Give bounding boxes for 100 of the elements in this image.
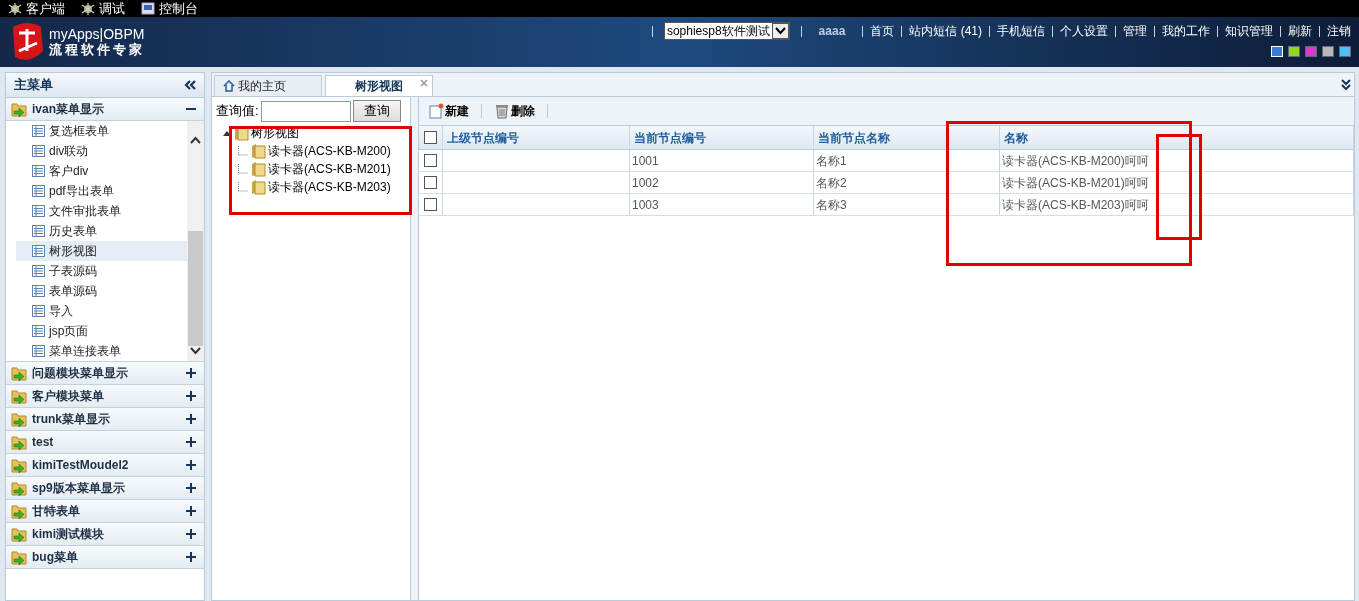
bug-icon (8, 1, 22, 16)
expand-icon[interactable] (186, 460, 196, 470)
top-menu-item[interactable]: 客户端 (26, 0, 65, 19)
brand-name: myApps|OBPM (49, 27, 145, 42)
expand-icon[interactable] (186, 368, 196, 378)
column-header[interactable]: 名称 (1004, 128, 1028, 147)
tab[interactable]: 树形视图 (325, 75, 433, 96)
theme-swatch[interactable] (1339, 46, 1351, 57)
expand-icon[interactable] (186, 552, 196, 562)
expand-icon[interactable] (186, 414, 196, 424)
table-cell-text: 1003 (632, 196, 659, 214)
scroll-thumb[interactable] (188, 231, 203, 346)
menu-group-header[interactable]: kimi测试模块 (6, 523, 204, 546)
expand-icon[interactable] (1341, 79, 1351, 91)
table-cell-text: 读卡器(ACS-KB-M200)呵呵 (1002, 152, 1149, 170)
menu-item[interactable]: 树形视图 (16, 241, 187, 261)
menu-item[interactable]: 历史表单 (16, 221, 187, 241)
menu-group-header[interactable]: kimiTestMoudel2 (6, 454, 204, 477)
table-cell-text: 读卡器(ACS-KB-M201)呵呵 (1002, 174, 1149, 192)
folder-icon (11, 456, 27, 474)
header-link[interactable]: 管理 (1123, 22, 1147, 40)
folder-icon (251, 161, 266, 177)
expand-icon[interactable] (186, 483, 196, 493)
tab[interactable]: 我的主页 (214, 75, 322, 96)
menu-group-header[interactable]: test (6, 431, 204, 454)
form-icon (32, 245, 45, 257)
column-header[interactable]: 当前节点编号 (634, 128, 706, 147)
menu-item[interactable]: 客户div (16, 161, 187, 181)
table-cell-text: 1002 (632, 174, 659, 192)
scrollbar[interactable] (187, 121, 204, 361)
folder-icon (11, 525, 27, 543)
menu-item[interactable]: pdf导出表单 (16, 181, 187, 201)
tree-node[interactable]: 读卡器(ACS-KB-M200) (268, 142, 391, 160)
header-link[interactable]: 个人设置 (1060, 22, 1108, 40)
tree-node[interactable]: 读卡器(ACS-KB-M201) (268, 160, 391, 178)
menu-group-header[interactable]: bug菜单 (6, 546, 204, 569)
menu-group-header[interactable]: 甘特表单 (6, 500, 204, 523)
folder-icon (11, 410, 27, 428)
expand-icon[interactable] (186, 506, 196, 516)
table-cell-text: 名称1 (816, 152, 847, 170)
app-select[interactable]: sophiesp8软件测试 (663, 22, 790, 40)
close-icon[interactable] (420, 79, 428, 87)
menu-group-header[interactable]: ivan菜单显示 (6, 98, 204, 121)
top-menu-item[interactable]: 调试 (99, 0, 125, 19)
tree-line-icon (238, 164, 249, 174)
menu-item[interactable]: 文件审批表单 (16, 201, 187, 221)
expand-icon[interactable] (186, 529, 196, 539)
tree-node[interactable]: 读卡器(ACS-KB-M203) (268, 178, 391, 196)
tree-line-icon (238, 146, 249, 156)
form-icon (32, 265, 45, 277)
menu-item[interactable]: 导入 (16, 301, 187, 321)
row-checkbox[interactable] (424, 154, 437, 167)
header-link[interactable]: 知识管理 (1225, 22, 1273, 40)
query-button[interactable]: 查询 (352, 100, 401, 122)
scroll-up-icon[interactable] (189, 135, 202, 145)
menu-group-header[interactable]: sp9版本菜单显示 (6, 477, 204, 500)
table-cell-text: 名称3 (816, 196, 847, 214)
menu-item[interactable]: 菜单连接表单 (16, 341, 187, 361)
header-link[interactable]: 注销 (1327, 22, 1351, 40)
splitter-bar[interactable] (411, 97, 419, 600)
home-icon (223, 80, 235, 92)
header-link[interactable]: 首页 (870, 22, 895, 40)
folder-icon (11, 479, 27, 497)
menu-group-header[interactable]: trunk菜单显示 (6, 408, 204, 431)
row-checkbox[interactable] (424, 198, 437, 211)
collapse-icon[interactable] (184, 80, 196, 90)
menu-item[interactable]: jsp页面 (16, 321, 187, 341)
form-icon (32, 305, 45, 317)
menu-item[interactable]: div联动 (16, 141, 187, 161)
menu-item[interactable]: 子表源码 (16, 261, 187, 281)
tree-line-icon (238, 182, 249, 192)
folder-icon (11, 433, 27, 451)
form-icon (32, 225, 45, 237)
menu-group-header[interactable]: 问题模块菜单显示 (6, 362, 204, 385)
theme-swatch[interactable] (1305, 46, 1317, 57)
top-menu-item[interactable]: 控制台 (159, 0, 198, 19)
row-checkbox[interactable] (424, 176, 437, 189)
expand-icon[interactable] (186, 437, 196, 447)
header-link[interactable]: 我的工作 (1162, 22, 1210, 40)
theme-swatch[interactable] (1288, 46, 1300, 57)
theme-swatch[interactable] (1322, 46, 1334, 57)
select-all-checkbox[interactable] (424, 131, 437, 144)
menu-item[interactable]: 复选框表单 (16, 121, 187, 141)
header-link[interactable]: 刷新 (1288, 22, 1312, 40)
folder-icon (251, 179, 266, 195)
form-icon (32, 325, 45, 337)
folder-icon (11, 502, 27, 520)
menu-group-header[interactable]: 客户模块菜单 (6, 385, 204, 408)
dropdown-icon (771, 23, 789, 39)
toolbar-button[interactable]: 删除 (494, 102, 535, 120)
column-header[interactable]: 当前节点名称 (818, 128, 890, 147)
expand-icon[interactable] (186, 391, 196, 401)
toolbar-button[interactable]: 新建 (429, 102, 469, 120)
menu-item[interactable]: 表单源码 (16, 281, 187, 301)
query-field[interactable] (260, 100, 351, 122)
header-link[interactable]: 手机短信 (997, 22, 1045, 40)
scroll-down-icon[interactable] (189, 346, 202, 356)
column-header[interactable]: 上级节点编号 (447, 128, 519, 147)
header-link[interactable]: 站内短信 (41) (909, 22, 982, 40)
new-document-icon (429, 103, 444, 119)
